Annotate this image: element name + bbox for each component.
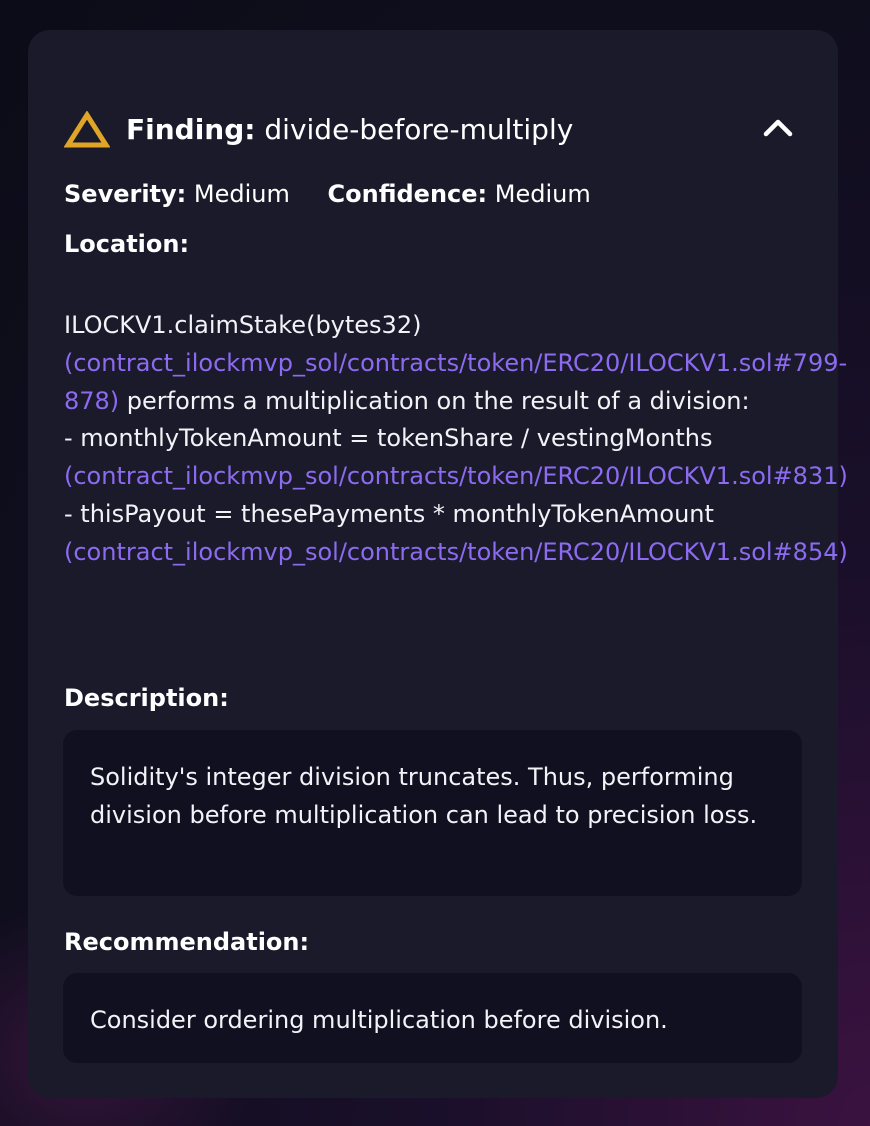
confidence-value: Medium (494, 180, 591, 208)
location-item-1-link[interactable]: (contract_ilockmvp_sol/contracts/token/E… (64, 462, 848, 490)
confidence: Confidence: Medium (328, 180, 591, 208)
location-item-1: - monthlyTokenAmount = tokenShare / vest… (64, 424, 713, 453)
recommendation-heading: Recommendation: (64, 928, 310, 956)
warning-triangle-icon (64, 111, 110, 149)
location-item-2: - thisPayout = thesePayments * monthlyTo… (64, 499, 714, 528)
severity-value: Medium (193, 180, 290, 208)
finding-title: Finding: divide-before-multiply (126, 108, 573, 152)
finding-header: Finding: divide-before-multiply (64, 108, 573, 152)
finding-card: Finding: divide-before-multiply Severity… (28, 30, 848, 1098)
location-body: ILOCKV1.claimStake(bytes32) (contract_il… (64, 307, 848, 572)
finding-label: Finding: (126, 113, 256, 146)
severity-label: Severity: (64, 180, 187, 208)
confidence-label: Confidence: (327, 180, 488, 208)
severity: Severity: Medium (64, 180, 290, 208)
description-text: Solidity's integer division truncates. T… (90, 763, 758, 829)
recommendation-box: Consider ordering multiplication before … (63, 973, 802, 1063)
recommendation-text: Consider ordering multiplication before … (90, 1006, 668, 1034)
location-function: ILOCKV1.claimStake(bytes32) (64, 311, 422, 339)
finding-meta: Severity: Medium Confidence: Medium (64, 175, 621, 213)
collapse-toggle-button[interactable] (758, 114, 798, 144)
chevron-up-icon (763, 117, 793, 141)
location-summary: performs a multiplication on the result … (119, 386, 750, 415)
finding-name: divide-before-multiply (264, 113, 574, 146)
location-item-2-link[interactable]: (contract_ilockmvp_sol/contracts/token/E… (64, 538, 848, 566)
description-box: Solidity's integer division truncates. T… (63, 730, 802, 896)
location-heading: Location: (64, 230, 190, 258)
description-heading: Description: (64, 684, 229, 712)
